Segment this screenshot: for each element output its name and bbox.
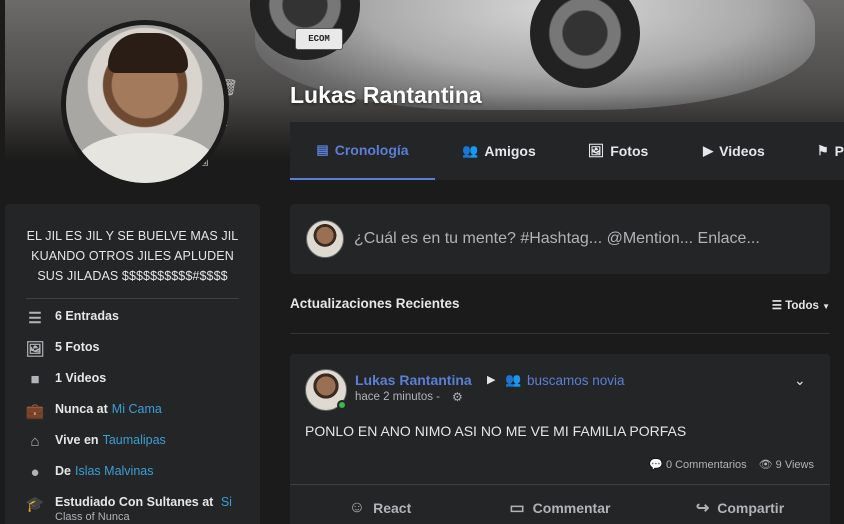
comments-icon: 💬 bbox=[649, 459, 666, 471]
post-stats: 💬 0 Commentarios 👁 9 Views bbox=[649, 458, 814, 471]
info-link-work[interactable]: Mi Cama bbox=[112, 402, 162, 416]
eye-icon: 👁 bbox=[758, 459, 776, 471]
profile-info-list: ☰ 6 Entradas 🖼 5 Fotos ■ 1 Videos 💼 Nunc… bbox=[5, 299, 260, 523]
composer-avatar bbox=[306, 220, 344, 258]
post-text: PONLO EN ANO NIMO ASI NO ME VE MI FAMILI… bbox=[305, 423, 687, 439]
comment-icon: ▭ bbox=[509, 499, 525, 517]
composer-input[interactable]: ¿Cuál es en tu mente? #Hashtag... @Menti… bbox=[354, 230, 760, 248]
avatar-hair bbox=[108, 33, 188, 73]
tab-fotos[interactable]: 🖼 Fotos bbox=[563, 122, 673, 180]
flag-icon: ⚑ bbox=[817, 143, 829, 158]
avatar-shirt bbox=[76, 133, 216, 183]
share-button[interactable]: ↪ Compartir bbox=[650, 485, 830, 524]
briefcase-icon: 💼 bbox=[25, 403, 45, 420]
info-text: Estudiado Con Sultanes at bbox=[55, 495, 214, 509]
location-icon: ● bbox=[30, 464, 40, 481]
feed-filter-dropdown[interactable]: ☰ Todos ▼ bbox=[772, 296, 830, 333]
post-author-link[interactable]: Lukas Rantantina bbox=[355, 372, 472, 388]
tab-cronologia[interactable]: ▤ Cronología bbox=[290, 122, 435, 180]
info-text: 1 Videos bbox=[55, 371, 107, 385]
profile-bio: EL JIL ES JIL Y SE BUELVE MAS JIL KUANDO… bbox=[26, 229, 239, 283]
comments-count[interactable]: 💬 0 Commentarios bbox=[649, 458, 746, 471]
info-work: 💼 Nunca at Mi Cama bbox=[25, 402, 240, 433]
feed-title: Actualizaciones Recientes bbox=[290, 296, 460, 311]
users-icon: 👥 bbox=[462, 143, 479, 158]
post-timestamp[interactable]: hace 2 minutos - bbox=[355, 391, 440, 403]
tab-amigos[interactable]: 👥 Amigos bbox=[435, 122, 563, 180]
tab-videos[interactable]: ▶ Videos bbox=[673, 122, 795, 180]
profile-avatar[interactable] bbox=[61, 20, 229, 188]
feed-filter-label: Todos bbox=[785, 300, 819, 312]
comments-count-text: 0 Commentarios bbox=[665, 459, 747, 471]
post-author-avatar[interactable] bbox=[305, 369, 347, 411]
graduation-icon: 🎓 bbox=[25, 496, 45, 513]
info-text: 5 Fotos bbox=[55, 340, 100, 354]
info-photos[interactable]: 🖼 5 Fotos bbox=[25, 340, 240, 371]
comment-button[interactable]: ▭ Commentar bbox=[470, 485, 650, 524]
online-status-dot bbox=[337, 400, 347, 410]
tab-label: Videos bbox=[719, 143, 765, 159]
views-count-text: 9 Views bbox=[775, 459, 814, 471]
info-link-hometown[interactable]: Islas Malvinas bbox=[75, 464, 154, 478]
timeline-icon: ▤ bbox=[316, 142, 329, 157]
info-class-year: Class of Nunca bbox=[55, 511, 130, 523]
list-icon: ☰ bbox=[771, 300, 783, 312]
share-icon: ↪ bbox=[695, 499, 710, 517]
react-label: React bbox=[373, 499, 412, 516]
feed-header: Actualizaciones Recientes ☰ Todos ▼ bbox=[290, 296, 830, 334]
profile-sidebar: EL JIL ES JIL Y SE BUELVE MAS JIL KUANDO… bbox=[5, 204, 260, 524]
info-from: ● De Islas Malvinas bbox=[25, 464, 240, 495]
share-label: Compartir bbox=[717, 499, 785, 516]
info-education-text: Estudiado Con Sultanes at Si Class of Nu… bbox=[55, 495, 232, 523]
info-link-school[interactable]: Si bbox=[221, 495, 232, 509]
post-composer[interactable]: ¿Cuál es en tu mente? #Hashtag... @Menti… bbox=[290, 204, 830, 274]
privacy-gear-icon[interactable]: ⚙ bbox=[452, 390, 463, 404]
post-options-chevron-icon[interactable]: ⌄ bbox=[794, 372, 806, 389]
profile-tabs: ▤ Cronología 👥 Amigos 🖼 Fotos ▶ Videos ⚑… bbox=[290, 122, 844, 180]
group-icon: 👥 bbox=[505, 372, 522, 387]
info-education: 🎓 Estudiado Con Sultanes at Si Class of … bbox=[25, 495, 240, 523]
profile-name: Lukas Rantantina bbox=[290, 82, 482, 108]
comment-label: Commentar bbox=[532, 499, 611, 516]
tab-label: P bbox=[834, 143, 844, 159]
caret-down-icon: ▼ bbox=[822, 302, 830, 311]
react-button[interactable]: ☺ React bbox=[290, 485, 470, 524]
photos-icon: 🖼 bbox=[25, 341, 45, 358]
tab-more[interactable]: ⚑ P bbox=[795, 122, 844, 180]
video-icon: ■ bbox=[30, 371, 40, 388]
info-text: Vive en bbox=[55, 433, 99, 447]
info-text: Nunca at bbox=[55, 402, 108, 416]
caret-right-icon: ▶ bbox=[487, 374, 496, 386]
posts-icon: ☰ bbox=[28, 310, 42, 327]
info-text: De bbox=[55, 464, 71, 478]
video-icon: ▶ bbox=[703, 143, 714, 158]
info-lives: ⌂ Vive en Taumalipas bbox=[25, 433, 240, 464]
cover-license-plate: ECOM bbox=[295, 28, 343, 50]
photos-icon: 🖼 bbox=[587, 143, 605, 158]
tab-label: Cronología bbox=[334, 142, 409, 158]
views-count: 👁 9 Views bbox=[759, 458, 814, 471]
info-text: 6 Entradas bbox=[55, 309, 119, 323]
home-icon: ⌂ bbox=[30, 433, 40, 450]
info-posts[interactable]: ☰ 6 Entradas bbox=[25, 309, 240, 340]
post-card: Lukas Rantantina ▶ 👥 buscamos novia hace… bbox=[290, 354, 830, 524]
post-group-link[interactable]: buscamos novia bbox=[527, 373, 625, 388]
post-actions: ☺ React ▭ Commentar ↪ Compartir bbox=[290, 484, 830, 524]
tab-label: Amigos bbox=[484, 143, 536, 159]
smile-icon: ☺ bbox=[348, 498, 366, 516]
info-link-city[interactable]: Taumalipas bbox=[103, 433, 166, 447]
info-videos[interactable]: ■ 1 Videos bbox=[25, 371, 240, 402]
tab-label: Fotos bbox=[610, 143, 649, 159]
